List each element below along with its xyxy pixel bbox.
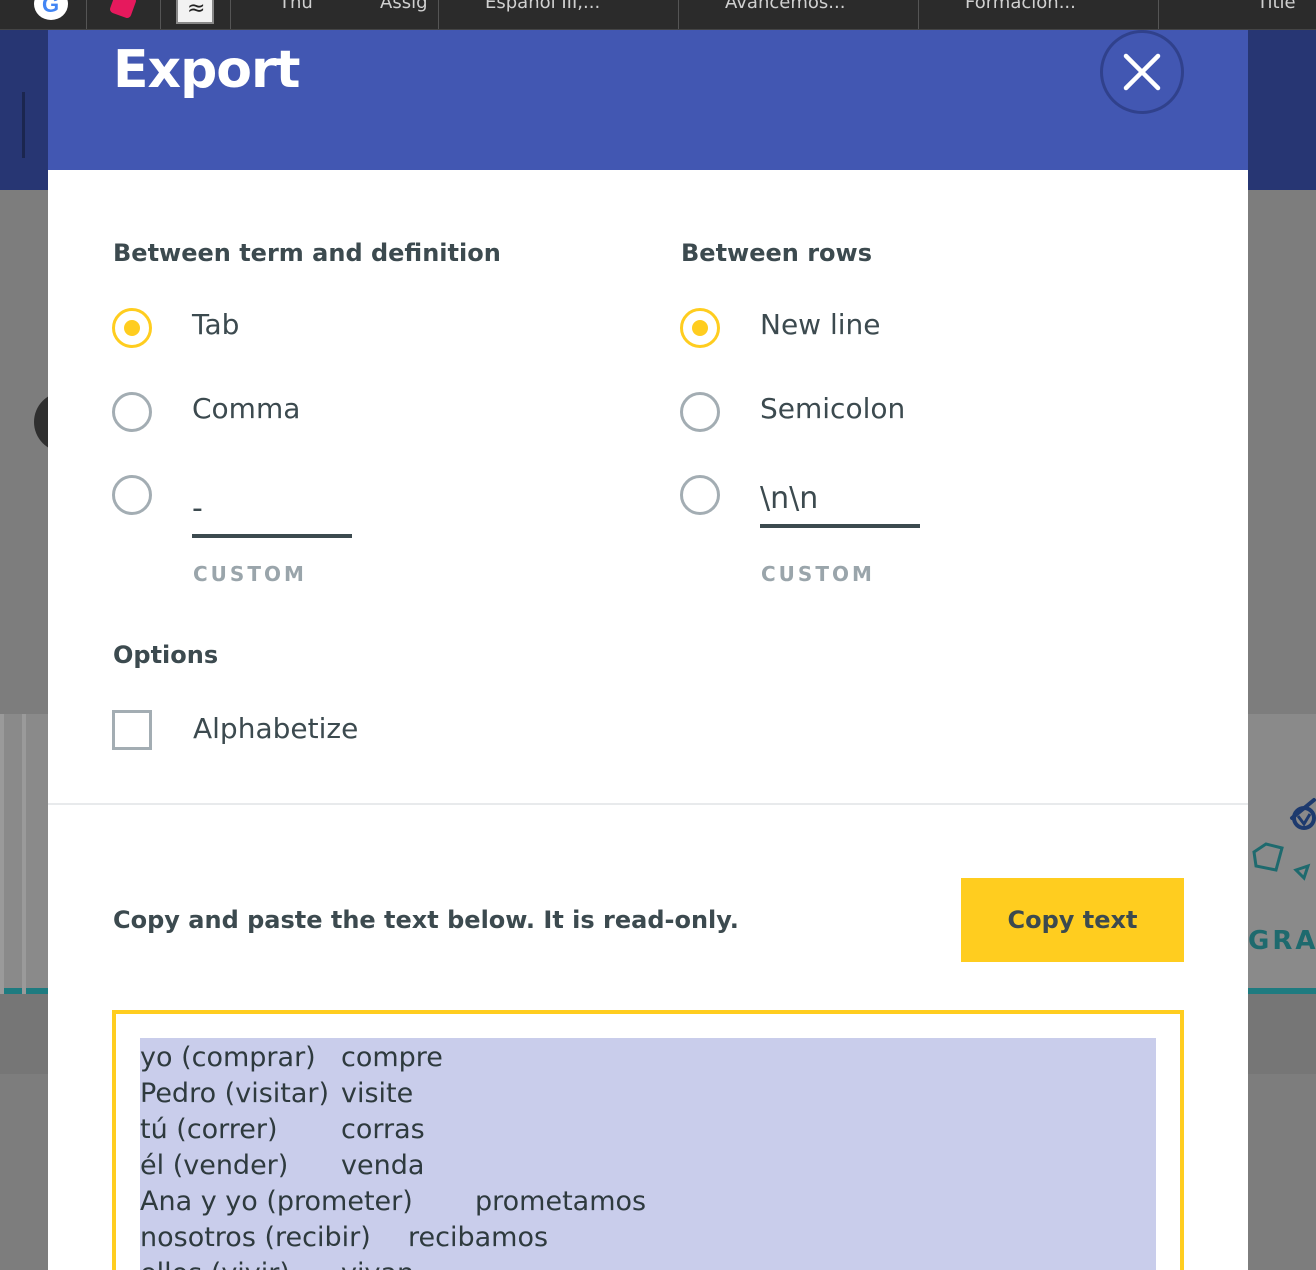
export-term: tú (correr) [140,1112,278,1148]
radio-label: Tab [192,308,239,341]
rocket-icon [1252,774,1316,914]
export-definition: corras [341,1112,425,1148]
radio-comma[interactable]: Comma [112,390,412,434]
google-icon[interactable] [34,0,68,20]
export-row: yo (comprar) compre [140,1040,1156,1076]
radio-button[interactable] [112,475,152,515]
row-separator-heading: Between rows [681,239,872,267]
bookmark-item[interactable]: Avancemos... [678,0,918,29]
export-row: él (vender) venda [140,1148,1156,1184]
export-modal: Export Between term and definition Tab C… [48,30,1248,1270]
export-term: él (vender) [140,1148,288,1184]
export-term: Pedro (visitar) [140,1076,329,1112]
export-term: nosotros (recibir) [140,1220,371,1256]
radio-tab[interactable]: Tab [112,306,412,350]
radio-button-checked[interactable] [112,308,152,348]
radio-custom-term[interactable] [112,473,172,517]
background-card-text: GRAV [1248,926,1316,956]
background-card: GRAV [1248,714,1316,994]
bookmark-item[interactable]: Title [1158,0,1316,29]
export-definition: venda [341,1148,424,1184]
export-row: Pedro (visitar) visite [140,1076,1156,1112]
bookmark-item[interactable]: Assig [318,0,440,29]
export-row: nosotros (recibir) recibamos [140,1220,1156,1256]
export-term: Ana y yo (prometer) [140,1184,413,1220]
background-divider [22,92,25,158]
bookmark-app-icon[interactable] [109,0,137,19]
export-term: yo (comprar) [140,1040,316,1076]
options-heading: Options [113,641,218,669]
radio-label: New line [760,308,881,341]
radio-button[interactable] [112,392,152,432]
bookmark-item[interactable]: Espanol III,... [438,0,678,29]
radio-label: Comma [192,392,300,425]
export-row: Ana y yo (prometer) prometamos [140,1184,1156,1220]
bookmark-item[interactable]: Formacion... [918,0,1158,29]
radio-button[interactable] [680,475,720,515]
term-separator-heading: Between term and definition [113,239,501,267]
export-row: ellos (vivir) vivan [140,1256,1156,1270]
modal-title: Export [113,40,300,100]
custom-row-separator-input[interactable] [760,472,920,528]
export-row: tú (correr) corras [140,1112,1156,1148]
close-icon [1123,53,1161,91]
alphabetize-option[interactable]: Alphabetize [112,710,452,754]
radio-label: Semicolon [760,392,905,425]
copy-text-button[interactable]: Copy text [961,878,1184,962]
radio-button[interactable] [680,392,720,432]
bookmarks-bar: Thu Assig Espanol III,... Avancemos... F… [0,0,1316,30]
export-textarea[interactable]: yo (comprar)comprePedro (visitar)visitet… [112,1010,1184,1270]
background-card [0,714,48,994]
export-definition: visite [341,1076,413,1112]
checkbox-label: Alphabetize [193,712,358,745]
radio-button-checked[interactable] [680,308,720,348]
custom-label: CUSTOM [193,562,307,586]
export-definition: recibamos [408,1220,548,1256]
export-term: ellos (vivir) [140,1256,290,1270]
custom-term-separator-input[interactable] [192,482,352,538]
export-definition: prometamos [475,1184,646,1220]
radio-custom-row[interactable] [680,473,740,517]
alphabetize-checkbox[interactable] [112,710,152,750]
divider [48,803,1248,805]
modal-header: Export [48,30,1248,170]
export-definition: compre [341,1040,443,1076]
export-definition: vivan [341,1256,414,1270]
custom-label: CUSTOM [761,562,875,586]
radio-semicolon[interactable]: Semicolon [680,390,980,434]
close-button[interactable] [1100,30,1184,114]
export-text-content[interactable]: yo (comprar)comprePedro (visitar)visitet… [140,1038,1156,1270]
copy-instructions: Copy and paste the text below. It is rea… [113,906,739,934]
radio-new-line[interactable]: New line [680,306,980,350]
bookmark-stamp-icon[interactable] [176,0,214,24]
